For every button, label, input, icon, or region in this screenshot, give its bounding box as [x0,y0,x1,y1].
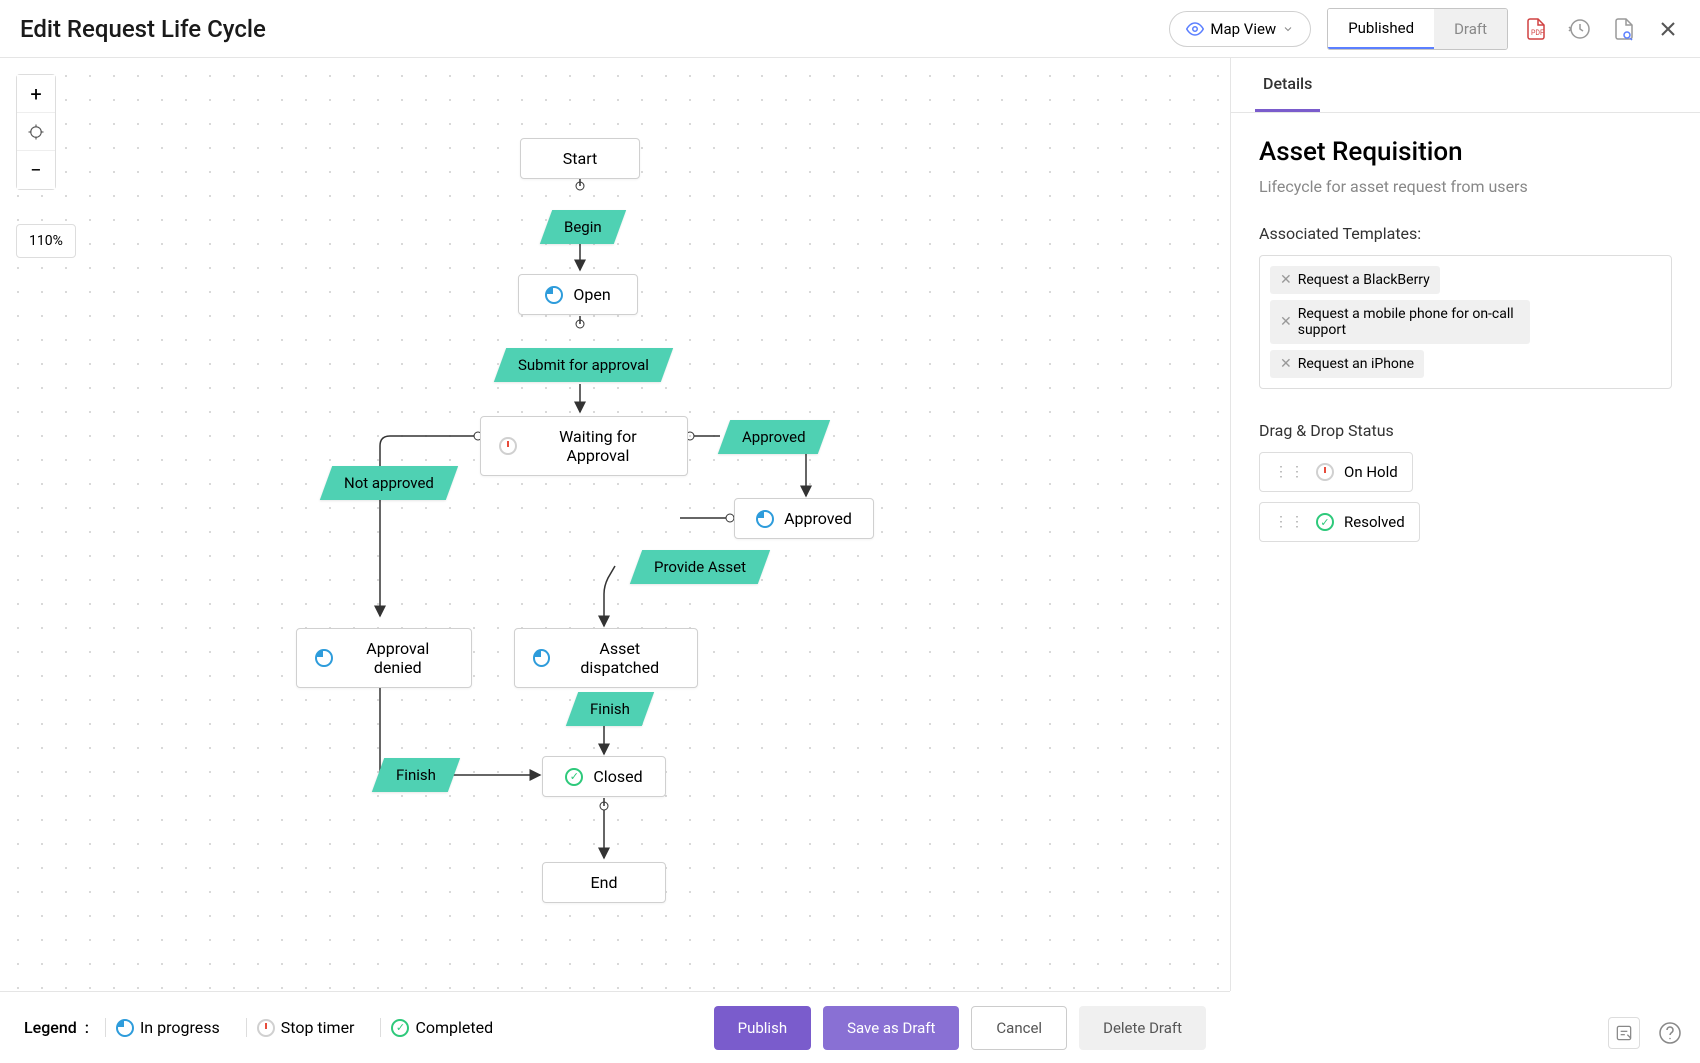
drag-label: Drag & Drop Status [1259,421,1672,440]
node-end[interactable]: End [542,862,666,903]
transition-approved[interactable]: Approved [718,420,830,454]
sidebar-content: Asset Requisition Lifecycle for asset re… [1231,113,1700,566]
page-search-icon[interactable] [1612,17,1636,41]
legend: Legend : In progress Stop timer Complete… [24,1018,503,1037]
node-closed[interactable]: Closed [542,756,666,797]
map-view-label: Map View [1210,20,1276,38]
chevron-down-icon [1282,23,1294,35]
history-icon[interactable] [1568,17,1592,41]
drag-item-resolved[interactable]: ⋮⋮Resolved [1259,502,1420,542]
chip-close-icon[interactable]: ✕ [1280,314,1292,330]
transition-begin[interactable]: Begin [540,210,626,244]
help-icon[interactable] [1654,1017,1686,1049]
template-chip[interactable]: ✕Request an iPhone [1270,350,1424,378]
progress-icon [315,649,333,667]
flow-connectors [0,58,1230,991]
published-tab[interactable]: Published [1328,9,1434,49]
timer-icon [499,437,517,455]
map-view-button[interactable]: Map View [1169,11,1311,47]
node-waiting[interactable]: Waiting for Approval [480,416,688,476]
done-icon [391,1019,409,1037]
chip-close-icon[interactable]: ✕ [1280,356,1292,372]
templates-label: Associated Templates: [1259,224,1672,243]
notes-icon[interactable] [1608,1017,1640,1049]
svg-text:PDF: PDF [1531,29,1544,37]
drag-handle-icon: ⋮⋮ [1274,514,1306,530]
publish-toggle: Published Draft [1327,8,1508,50]
transition-not-approved[interactable]: Not approved [320,466,458,500]
publish-button[interactable]: Publish [714,1006,811,1050]
node-approved[interactable]: Approved [734,498,874,539]
legend-label: Legend : [24,1018,89,1037]
close-icon[interactable] [1656,17,1680,41]
page-title: Edit Request Life Cycle [20,15,266,43]
footer-actions: Publish Save as Draft Cancel Delete Draf… [714,1006,1206,1050]
draft-tab[interactable]: Draft [1434,9,1507,49]
template-chip[interactable]: ✕Request a mobile phone for on-call supp… [1270,300,1530,344]
canvas[interactable]: + − 110% [0,58,1230,991]
transition-finish2[interactable]: Finish [372,758,460,792]
drag-handle-icon: ⋮⋮ [1274,464,1306,480]
drag-status-list: ⋮⋮On Hold ⋮⋮Resolved [1259,452,1672,542]
cancel-button[interactable]: Cancel [971,1006,1067,1050]
timer-icon [1316,463,1334,481]
node-dispatched[interactable]: Asset dispatched [514,628,698,688]
delete-draft-button[interactable]: Delete Draft [1079,1006,1206,1050]
progress-icon [533,649,550,667]
progress-icon [756,510,774,528]
chip-close-icon[interactable]: ✕ [1280,272,1292,288]
sidebar: Details Asset Requisition Lifecycle for … [1230,58,1700,991]
node-open[interactable]: Open [518,274,638,315]
legend-progress: In progress [105,1018,230,1037]
transition-submit[interactable]: Submit for approval [494,348,673,382]
tab-details[interactable]: Details [1255,58,1320,112]
progress-icon [116,1019,134,1037]
transition-provide[interactable]: Provide Asset [630,550,770,584]
lifecycle-desc: Lifecycle for asset request from users [1259,177,1672,196]
node-start[interactable]: Start [520,138,640,179]
sidebar-tabs: Details [1231,58,1700,113]
save-draft-button[interactable]: Save as Draft [823,1006,959,1050]
timer-icon [257,1019,275,1037]
main: + − 110% [0,58,1700,991]
lifecycle-title: Asset Requisition [1259,137,1672,167]
eye-icon [1186,20,1204,38]
legend-completed: Completed [380,1018,503,1037]
legend-timer: Stop timer [246,1018,365,1037]
transition-finish1[interactable]: Finish [566,692,654,726]
pdf-icon[interactable]: PDF [1524,17,1548,41]
node-denied[interactable]: Approval denied [296,628,472,688]
header-icons: PDF [1524,17,1680,41]
footer: Legend : In progress Stop timer Complete… [0,991,1230,1063]
done-icon [565,768,583,786]
templates-box[interactable]: ✕Request a BlackBerry ✕Request a mobile … [1259,255,1672,389]
drag-item-onhold[interactable]: ⋮⋮On Hold [1259,452,1413,492]
template-chip[interactable]: ✕Request a BlackBerry [1270,266,1440,294]
header: Edit Request Life Cycle Map View Publish… [0,0,1700,58]
progress-icon [545,286,563,304]
done-icon [1316,513,1334,531]
header-controls: Map View Published Draft PDF [1169,8,1680,50]
corner-icons [1608,1017,1686,1049]
